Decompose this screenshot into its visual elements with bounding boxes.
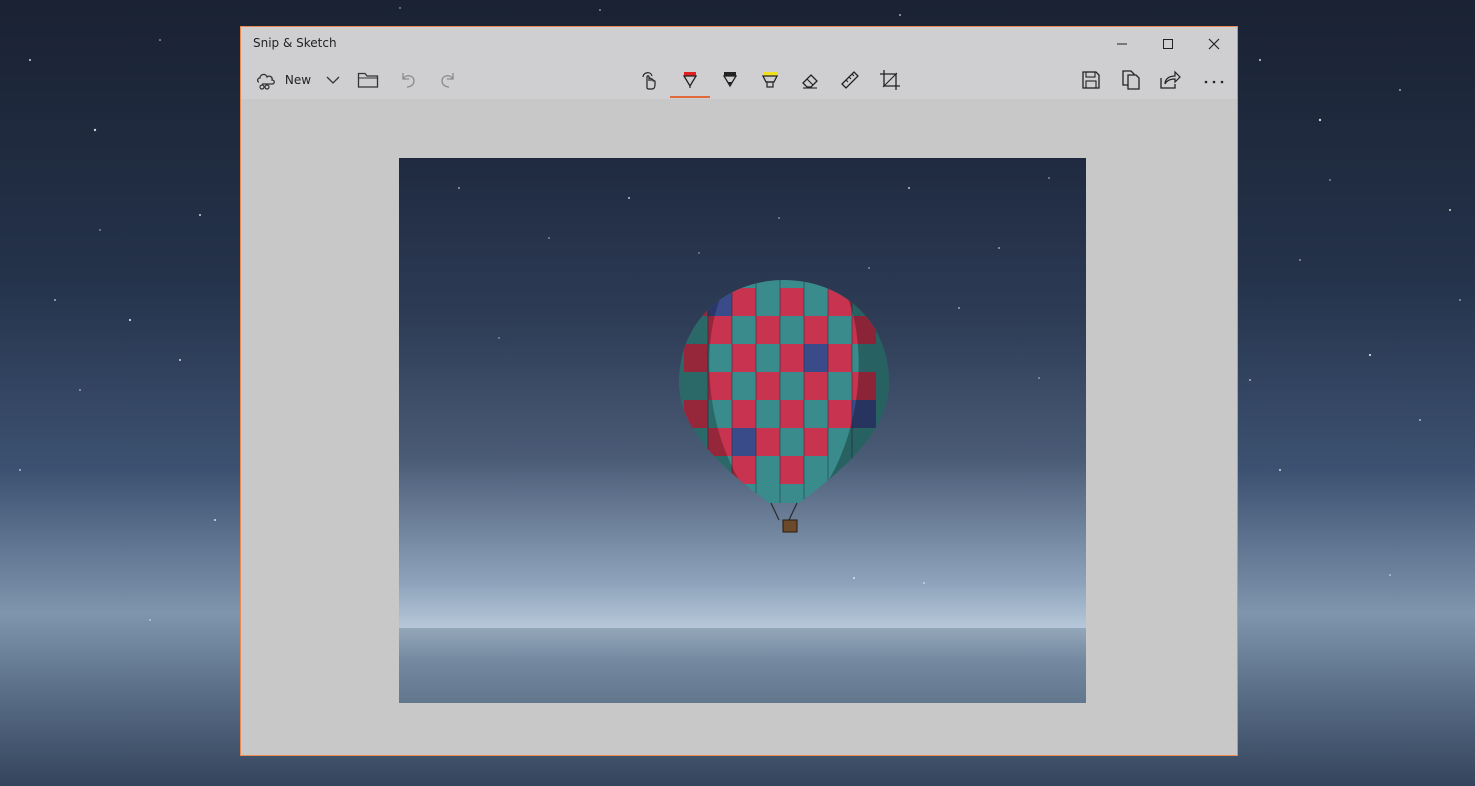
minimize-icon [1117, 43, 1127, 45]
canvas-area[interactable] [241, 99, 1237, 755]
balloon-image [399, 177, 1086, 703]
window-title: Snip & Sketch [253, 36, 337, 50]
highlighter-button[interactable] [755, 61, 785, 99]
save-button[interactable] [1076, 61, 1106, 99]
close-button[interactable] [1191, 27, 1237, 61]
redo-button[interactable] [433, 61, 463, 99]
snip-sketch-window: Snip & Sketch New [240, 26, 1238, 756]
chevron-down-icon [326, 76, 340, 84]
crop-button[interactable] [875, 61, 905, 99]
open-folder-icon [357, 72, 379, 88]
redo-icon [441, 73, 454, 88]
minimize-button[interactable] [1099, 27, 1145, 61]
snip-image[interactable] [399, 158, 1086, 703]
title-bar[interactable]: Snip & Sketch [241, 27, 1237, 61]
copy-icon [1122, 70, 1140, 90]
caption-buttons [1099, 27, 1237, 61]
maximize-icon [1163, 39, 1173, 49]
share-icon [1160, 70, 1181, 89]
ruler-button[interactable] [835, 61, 865, 99]
eraser-button[interactable] [795, 61, 825, 99]
pencil-icon [722, 72, 738, 88]
copy-button[interactable] [1116, 61, 1146, 99]
highlighter-icon [761, 72, 779, 88]
toolbar: New [241, 61, 1237, 99]
new-snip-button[interactable]: New [251, 61, 315, 99]
more-button[interactable] [1199, 61, 1229, 99]
active-tool-indicator [670, 96, 710, 98]
ruler-icon [841, 71, 859, 89]
more-icon [1204, 80, 1224, 84]
open-file-button[interactable] [353, 61, 383, 99]
share-button[interactable] [1155, 61, 1185, 99]
maximize-button[interactable] [1145, 27, 1191, 61]
eraser-icon [802, 74, 818, 89]
new-label: New [284, 73, 312, 87]
undo-icon [402, 73, 415, 88]
ballpoint-pen-icon [682, 72, 698, 88]
touch-writing-button[interactable] [635, 61, 665, 99]
pencil-button[interactable] [715, 61, 745, 99]
new-snip-icon [256, 73, 275, 90]
new-snip-dropdown[interactable] [321, 61, 345, 99]
close-icon [1208, 38, 1220, 50]
save-icon [1082, 71, 1100, 89]
undo-button[interactable] [393, 61, 423, 99]
ballpoint-pen-button[interactable] [675, 61, 705, 99]
touch-writing-icon [642, 72, 656, 90]
crop-icon [880, 70, 900, 90]
